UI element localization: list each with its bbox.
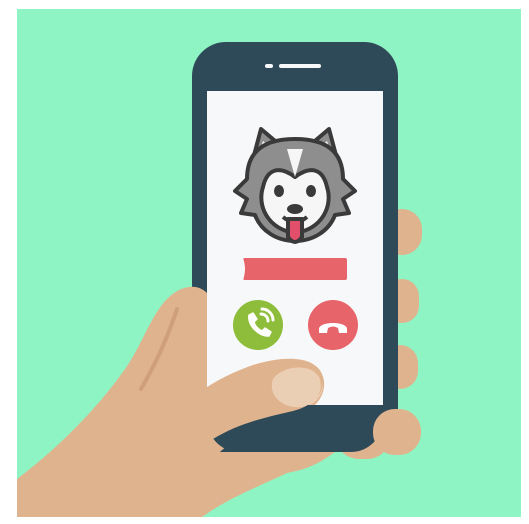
background bbox=[17, 9, 521, 517]
illustration-svg bbox=[17, 9, 521, 517]
accept-call-button[interactable] bbox=[233, 300, 283, 350]
phone-speaker bbox=[279, 64, 321, 68]
finger-lower bbox=[373, 409, 421, 455]
phone-camera bbox=[265, 64, 273, 68]
caller-name-bar bbox=[243, 258, 347, 280]
decline-call-button[interactable] bbox=[308, 300, 358, 350]
canvas bbox=[0, 0, 529, 524]
